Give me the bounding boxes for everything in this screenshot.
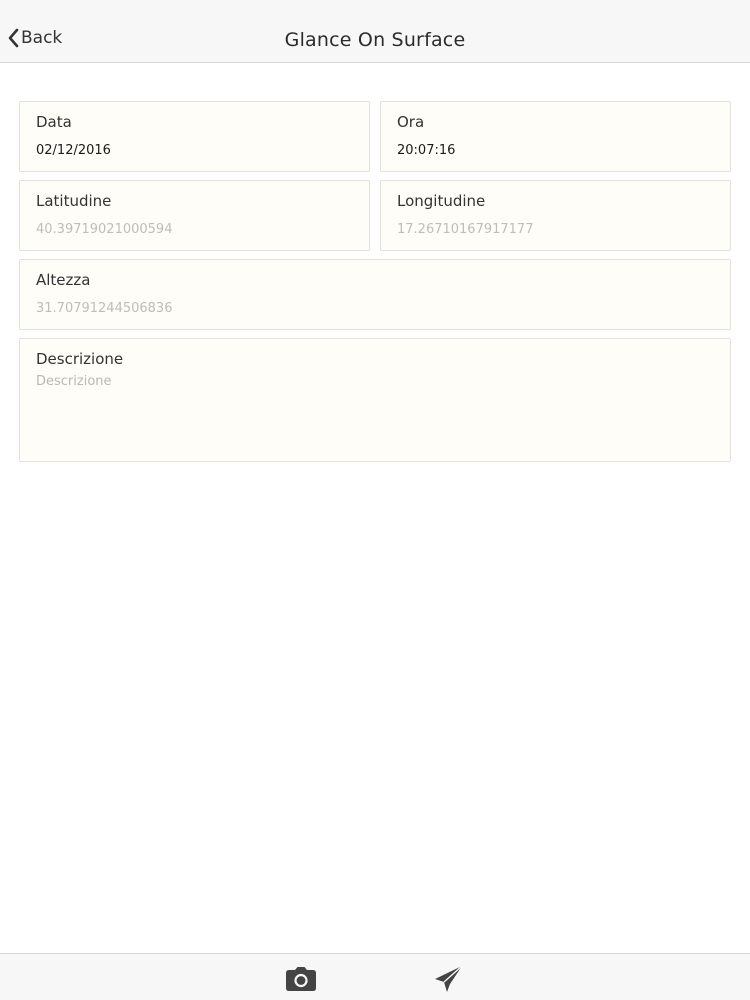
longitudine-input[interactable] [397, 222, 697, 237]
camera-icon [286, 967, 316, 991]
paper-plane-icon [435, 965, 463, 992]
latitudine-field: Latitudine [19, 180, 370, 251]
page-title: Glance On Surface [284, 29, 466, 51]
ora-input[interactable] [397, 143, 697, 158]
data-field: Data [19, 101, 370, 172]
ora-label: Ora [397, 113, 425, 131]
descrizione-textarea[interactable] [36, 374, 706, 444]
longitudine-label: Longitudine [397, 192, 486, 210]
bottom-toolbar [0, 953, 750, 1000]
app-screen: Back Glance On Surface Data Ora Latitudi… [0, 0, 750, 1000]
data-input[interactable] [36, 143, 336, 158]
ora-field: Ora [380, 101, 731, 172]
altezza-input[interactable] [36, 301, 336, 316]
altezza-field: Altezza [19, 259, 731, 330]
descrizione-label: Descrizione [36, 350, 124, 368]
altezza-label: Altezza [36, 271, 91, 289]
descrizione-field: Descrizione [19, 338, 731, 462]
latitudine-input[interactable] [36, 222, 336, 237]
send-button[interactable] [431, 964, 465, 994]
camera-button[interactable] [284, 964, 318, 994]
navigation-bar: Back Glance On Surface [0, 0, 750, 63]
data-label: Data [36, 113, 72, 131]
longitudine-field: Longitudine [380, 180, 731, 251]
latitudine-label: Latitudine [36, 192, 112, 210]
